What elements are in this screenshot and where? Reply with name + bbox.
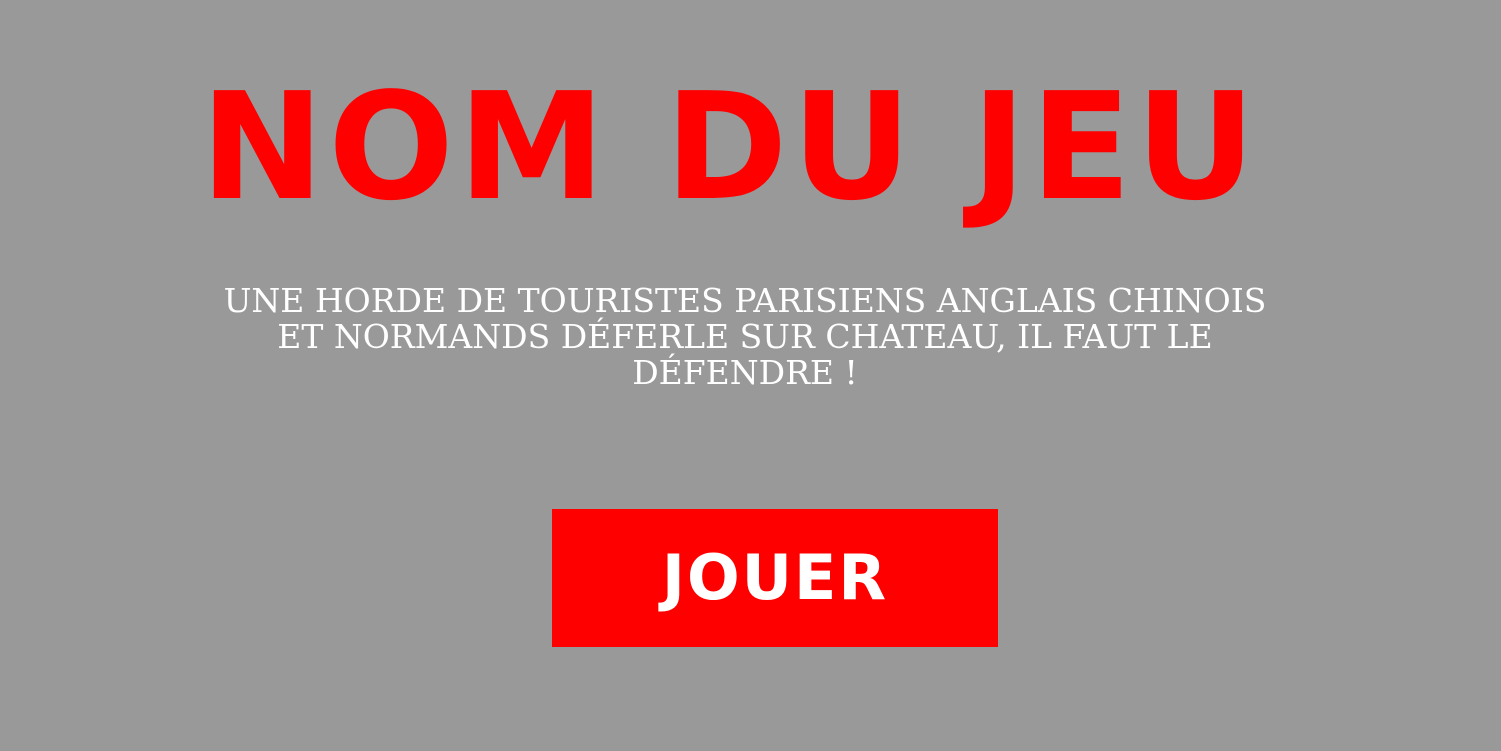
- play-button[interactable]: JOUER: [552, 509, 998, 647]
- game-tagline: Une horde de touristes parisiens anglais…: [223, 281, 1267, 392]
- play-button-label: JOUER: [661, 541, 889, 614]
- title-screen: NOM DU JEU Une horde de touristes parisi…: [0, 0, 1501, 751]
- game-title: NOM DU JEU: [200, 61, 1260, 233]
